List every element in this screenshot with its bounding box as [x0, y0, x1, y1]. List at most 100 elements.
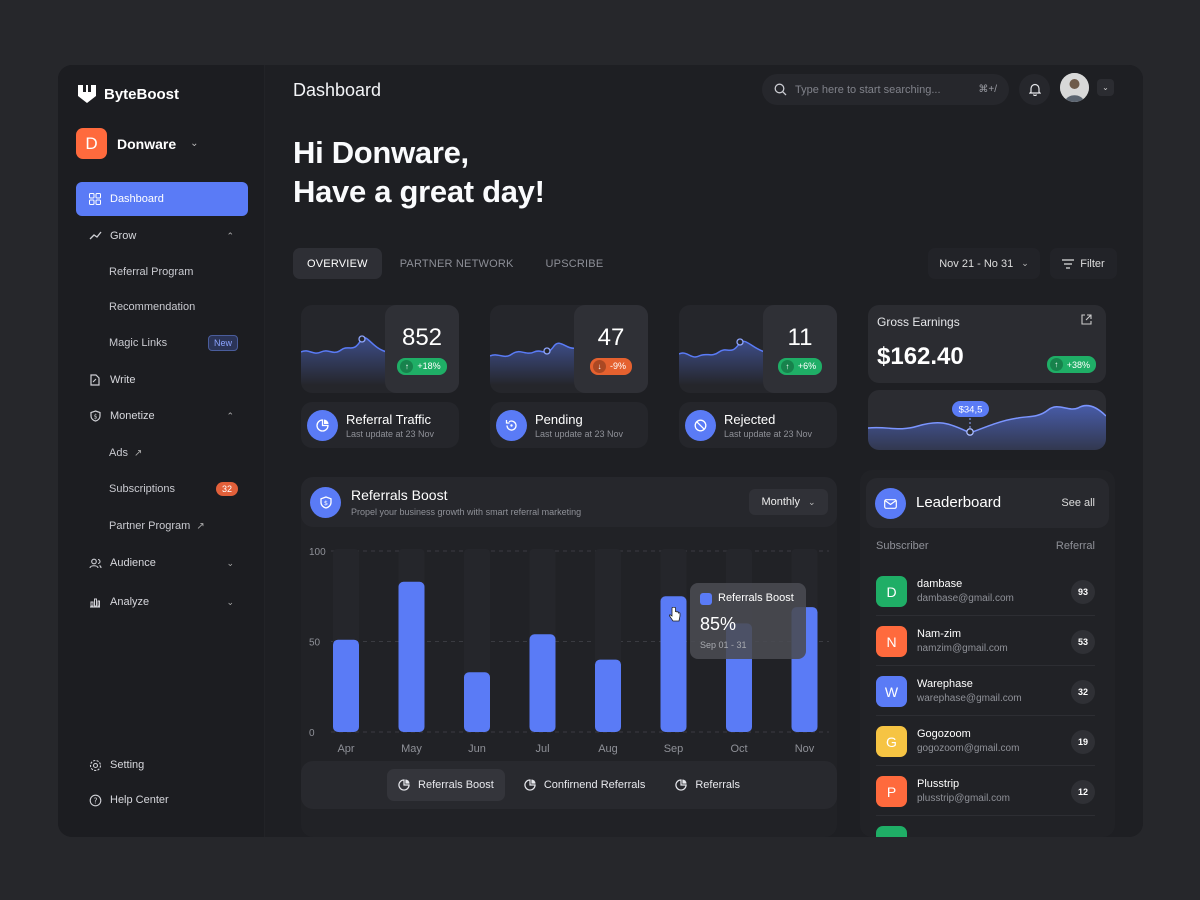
date-range-picker[interactable]: Nov 21 - No 31 ⌄ [928, 248, 1040, 279]
workspace-avatar: D [76, 128, 107, 159]
sidebar-item-audience[interactable]: Audience ⌄ [76, 546, 248, 580]
period-select[interactable]: Monthly ⌄ [749, 489, 828, 515]
sidebar-item-ads[interactable]: Ads ↗ [76, 436, 248, 470]
legend-referrals-boost[interactable]: Referrals Boost [387, 769, 505, 801]
tab-partner-network[interactable]: PARTNER NETWORK [386, 248, 528, 279]
x-tick-label: Oct [730, 743, 747, 755]
y-tick-label: 100 [309, 547, 326, 558]
tab-bar: OVERVIEW PARTNER NETWORK UPSCRIBE [293, 248, 617, 279]
search-shortcut: ⌘+/ [978, 84, 997, 95]
change-value: -9% [609, 361, 626, 371]
workspace-switcher[interactable]: D Donware ⌄ [76, 128, 199, 159]
help-icon: ? [88, 793, 102, 807]
sparkline [490, 342, 576, 385]
gross-earnings-summary: Gross Earnings $162.40 ↑ +38% [868, 305, 1106, 383]
table-row[interactable]: P Plusstrip plusstrip@gmail.com 12 [876, 766, 1095, 816]
app-name: ByteBoost [104, 85, 180, 103]
logo[interactable]: ByteBoost [76, 83, 179, 105]
external-link-icon: ↗ [196, 520, 205, 532]
sidebar-item-dashboard[interactable]: Dashboard [76, 182, 248, 216]
gross-earnings-card[interactable]: Gross Earnings $162.40 ↑ +38% $34,5 [868, 305, 1106, 450]
external-link-icon: ↗ [133, 447, 143, 459]
subscriber-email: plusstrip@gmail.com [917, 793, 1010, 804]
tab-upscribe[interactable]: UPSCRIBE [532, 248, 618, 279]
legend-confirmed-referrals[interactable]: Confirnend Referrals [513, 769, 657, 801]
gear-icon [88, 758, 102, 772]
user-avatar[interactable] [1060, 73, 1089, 102]
sidebar-item-analyze[interactable]: Analyze ⌄ [76, 585, 248, 619]
search-input[interactable] [795, 83, 971, 96]
sidebar-item-label: Subscriptions [109, 483, 176, 495]
chevron-up-icon: ⌃ [226, 410, 234, 421]
gross-earnings-title: Gross Earnings [877, 315, 960, 329]
sidebar-item-help-center[interactable]: ? Help Center [76, 783, 248, 817]
chevron-up-icon: ⌃ [226, 230, 234, 241]
stat-card-pending[interactable]: 47 ↓ -9% Pending Last update at 23 Nov [490, 305, 648, 450]
referral-count: 19 [1071, 730, 1095, 754]
sidebar-item-partner-program[interactable]: Partner Program ↗ [76, 509, 248, 543]
table-row[interactable]: Ddambase dambase@gmail.com 93 [876, 566, 1095, 616]
stat-card-referral-traffic[interactable]: 852 ↑ +18% Referral Traffic Last update at… [301, 305, 459, 450]
sidebar-item-setting[interactable]: Setting [76, 748, 248, 782]
grid-icon [88, 192, 102, 206]
sidebar-item-magic-links[interactable]: Magic Links New [76, 326, 248, 360]
chart-tooltip: Referrals Boost 85% Sep 01 - 31 [690, 583, 806, 659]
pie-chart-icon [398, 779, 410, 791]
notifications-button[interactable] [1019, 74, 1050, 105]
sidebar-item-label: Grow [110, 230, 137, 242]
search-icon [774, 83, 787, 96]
shield-icon: $ [310, 487, 341, 518]
sidebar: ByteBoost D Donware ⌄ Dashboard Grow ⌃ R… [58, 65, 265, 837]
x-tick-label: Jun [468, 743, 486, 755]
table-row[interactable]: W Warephase warephase@gmail.com 32 [876, 666, 1095, 716]
stat-value: 852 [401, 323, 443, 351]
chevron-down-icon: ⌄ [226, 557, 234, 568]
x-tick-label: Jul [535, 743, 549, 755]
table-row[interactable]: N Nam-zim namzim@gmail.com 53 [876, 616, 1095, 666]
referrals-boost-title: Referrals Boost [351, 487, 448, 503]
search-bar[interactable]: ⌘+/ [762, 74, 1009, 105]
stat-card-rejected[interactable]: 11 ↑ +6% Rejected Last update at 23 Nov [679, 305, 837, 450]
stat-card-top: 47 ↓ -9% [490, 305, 648, 393]
tooltip-series-name: Referrals Boost [718, 592, 794, 604]
hand-cursor-icon [669, 607, 681, 622]
sidebar-item-recommendation[interactable]: Recommendation [76, 290, 248, 324]
gross-earnings-chart: $34,5 [868, 390, 1106, 450]
filter-button[interactable]: Filter [1050, 248, 1117, 279]
period-value: Monthly [761, 496, 800, 508]
chart-legend: Referrals Boost Confirnend Referrals Ref… [301, 761, 837, 809]
stat-updated: Last update at 23 Nov [535, 428, 624, 439]
sidebar-item-write[interactable]: Write [76, 363, 248, 397]
legend-referrals[interactable]: Referrals [664, 769, 751, 801]
sidebar-item-label: Ads [109, 447, 128, 459]
refresh-icon [496, 409, 527, 441]
stat-value-box: 47 ↓ -9% [574, 305, 648, 393]
doc-icon [88, 373, 102, 387]
sidebar-item-grow[interactable]: Grow ⌃ [76, 219, 248, 253]
subscriber-name: Nam-zim [917, 628, 961, 640]
column-referral: Referral [1055, 540, 1095, 552]
pie-chart-icon [675, 779, 688, 791]
sidebar-item-subscriptions[interactable]: Subscriptions 32 [76, 472, 248, 506]
area-chart: $34,5 [868, 401, 1106, 450]
tooltip-swatch [700, 593, 712, 605]
change-value: +18% [417, 361, 441, 371]
workspace-name: Donware [117, 135, 177, 152]
referrals-boost-header: $ Referrals Boost Propel your business g… [301, 477, 837, 527]
sidebar-item-label: Magic Links [109, 337, 168, 349]
table-row[interactable] [876, 816, 1095, 837]
sidebar-item-label: Setting [110, 759, 145, 771]
tab-overview[interactable]: OVERVIEW [293, 248, 382, 279]
stat-label: Pending [535, 411, 583, 427]
external-link-icon[interactable] [1081, 314, 1092, 325]
stat-value-box: 852 ↑ +18% [385, 305, 459, 393]
stat-updated: Last update at 23 Nov [346, 428, 435, 439]
shield-icon: $ [88, 409, 102, 423]
sidebar-item-referral-program[interactable]: Referral Program [76, 255, 248, 289]
see-all-link[interactable]: See all [1061, 497, 1095, 509]
user-menu-chevron[interactable]: ⌄ [1097, 79, 1114, 96]
sidebar-item-monetize[interactable]: $ Monetize ⌃ [76, 399, 248, 433]
table-row[interactable]: G Gogozoom gogozoom@gmail.com 19 [876, 716, 1095, 766]
stat-value-box: 11 ↑ +6% [763, 305, 837, 393]
svg-text:$: $ [323, 499, 327, 507]
